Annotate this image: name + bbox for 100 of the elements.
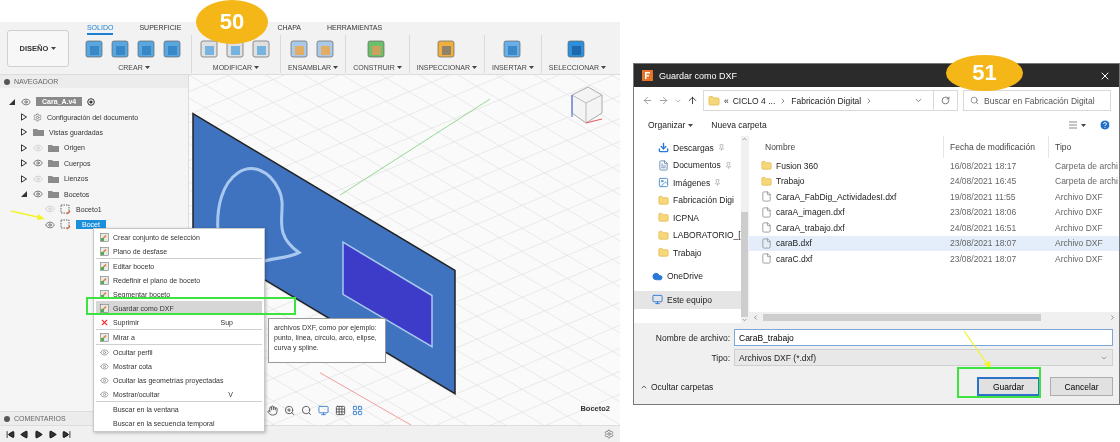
- eye-icon[interactable]: [33, 158, 43, 169]
- eye-icon[interactable]: [33, 189, 43, 200]
- organize-menu[interactable]: Organizar: [648, 120, 694, 130]
- column-header[interactable]: Tipo: [1049, 136, 1119, 158]
- annotation-arrow: [10, 209, 46, 221]
- expand-icon[interactable]: [20, 113, 28, 122]
- tool-icon[interactable]: [83, 38, 106, 60]
- file-row[interactable]: caraC.dxf 23/08/2021 18:07 Archivo DXF: [749, 251, 1119, 267]
- pan-icon[interactable]: [267, 405, 278, 416]
- help-icon[interactable]: [1099, 119, 1111, 131]
- settings-icon[interactable]: [604, 429, 614, 439]
- scroll-thumb[interactable]: [763, 314, 1041, 321]
- scroll-up-icon[interactable]: [741, 136, 749, 143]
- nav-item[interactable]: Fabricación Digi: [634, 191, 741, 209]
- file-row[interactable]: caraA_imagen.dxf 23/08/2021 18:06 Archivo DXF: [749, 204, 1119, 220]
- step-forward-icon[interactable]: [48, 429, 57, 439]
- zoom-icon[interactable]: [284, 405, 295, 416]
- breadcrumb[interactable]: Fabricación Digital: [791, 95, 862, 106]
- address-bar[interactable]: « CICLO 4 ... Fabricación Digital: [703, 90, 934, 111]
- collapse-icon[interactable]: [20, 190, 28, 199]
- dropdown-icon[interactable]: [914, 96, 923, 105]
- nav-item[interactable]: ICPNA: [634, 209, 741, 227]
- folder-icon: [658, 212, 669, 224]
- nav-item[interactable]: Documentos: [634, 156, 741, 174]
- breadcrumb[interactable]: CICLO 4 ...: [732, 95, 776, 106]
- collapse-dot-icon[interactable]: [4, 415, 10, 422]
- play-icon[interactable]: [34, 429, 43, 439]
- refresh-icon: [941, 96, 950, 105]
- file-date: 23/08/2021 18:07: [950, 238, 1017, 249]
- file-date: 16/08/2021 18:17: [950, 160, 1017, 171]
- skip-forward-icon[interactable]: [62, 429, 71, 439]
- file-date: 24/08/2021 16:45: [950, 176, 1017, 187]
- hide-folders-button[interactable]: Ocultar carpetas: [640, 381, 714, 392]
- expand-icon[interactable]: [20, 159, 28, 168]
- file-name: Trabajo: [776, 176, 805, 187]
- tool-icon[interactable]: [435, 38, 458, 60]
- expand-icon[interactable]: [20, 143, 28, 152]
- search-field[interactable]: Buscar en Fabricación Digital: [963, 90, 1111, 111]
- tool-icon[interactable]: [501, 38, 524, 60]
- expand-icon[interactable]: [20, 174, 28, 183]
- file-type-dropdown[interactable]: Archivos DXF (*.dxf): [734, 349, 1113, 366]
- file-row[interactable]: CaraA_FabDig_ActividadesI.dxf 19/08/2021 11:55 Archivo DXF: [749, 189, 1119, 205]
- step-back-icon[interactable]: [20, 429, 29, 439]
- up-icon[interactable]: [687, 95, 698, 106]
- scroll-left-icon[interactable]: [752, 314, 759, 321]
- grid-icon[interactable]: [335, 405, 346, 416]
- caret-icon: [144, 66, 150, 69]
- nav-item[interactable]: Este equipo: [634, 291, 741, 309]
- expand-icon[interactable]: [20, 128, 28, 137]
- eye-icon[interactable]: [21, 96, 31, 107]
- column-header[interactable]: Fecha de modificación: [944, 136, 1049, 158]
- file-row[interactable]: CaraA_trabajo.dxf 24/08/2021 16:51 Archivo DXF: [749, 220, 1119, 236]
- file-icon: [761, 191, 772, 203]
- step-badge: 51: [946, 55, 1023, 91]
- eye-icon[interactable]: [45, 219, 55, 230]
- file-name: CaraA_FabDig_ActividadesI.dxf: [776, 191, 897, 202]
- computer-icon: [652, 294, 663, 306]
- new-folder-button[interactable]: Nueva carpeta: [711, 120, 767, 130]
- filename-field[interactable]: CaraB_trabajo: [734, 329, 1113, 346]
- collapse-icon[interactable]: [8, 97, 16, 106]
- nav-item[interactable]: OneDrive: [634, 267, 741, 285]
- nav-item[interactable]: LABORATORIO_[: [634, 226, 741, 244]
- nav-item[interactable]: Imágenes: [634, 174, 741, 192]
- folder-icon: [658, 229, 669, 241]
- file-type: Archivo DXF: [1055, 191, 1103, 202]
- tool-icon: [100, 332, 109, 342]
- back-icon[interactable]: [642, 95, 653, 106]
- scroll-thumb[interactable]: [741, 212, 749, 317]
- tool-icon[interactable]: [250, 38, 273, 60]
- annotation-arrow: [962, 329, 994, 371]
- display-icon[interactable]: [318, 405, 329, 416]
- cancel-button[interactable]: Cancelar: [1050, 377, 1113, 396]
- caret-icon: [333, 66, 339, 69]
- refresh-button[interactable]: [934, 90, 958, 111]
- file-name: caraA_imagen.dxf: [776, 207, 845, 218]
- scroll-right-icon[interactable]: [1109, 314, 1116, 321]
- tool-icon[interactable]: [109, 38, 132, 60]
- nav-item[interactable]: Trabajo: [634, 244, 741, 262]
- skip-back-icon[interactable]: [6, 429, 15, 439]
- file-name: caraC.dxf: [776, 253, 813, 264]
- view-options-icon[interactable]: [1069, 121, 1087, 129]
- file-row[interactable]: Fusion 360 16/08/2021 18:17 Carpeta de archi: [749, 158, 1119, 174]
- column-header[interactable]: Nombre: [749, 136, 944, 158]
- tool-icon[interactable]: [135, 38, 158, 60]
- tool-icon[interactable]: [161, 38, 184, 60]
- caret-icon: [528, 66, 534, 69]
- viewports-icon[interactable]: [352, 405, 363, 416]
- zoom-window-icon[interactable]: [301, 405, 312, 416]
- file-row[interactable]: Trabajo 24/08/2021 16:45 Carpeta de archi: [749, 173, 1119, 189]
- file-type: Archivo DXF: [1055, 207, 1103, 218]
- nav-item[interactable]: Descargas: [634, 139, 741, 157]
- document-icon: [658, 159, 669, 171]
- field-label: Tipo:: [710, 352, 730, 363]
- field-label: Nombre de archivo:: [654, 332, 730, 343]
- save-button[interactable]: Guardar: [977, 377, 1040, 396]
- file-icon: [761, 206, 772, 218]
- collapse-dot-icon[interactable]: [4, 78, 10, 85]
- folder-icon: [48, 190, 59, 199]
- forward-icon[interactable]: [658, 95, 669, 106]
- file-row[interactable]: caraB.dxf 23/08/2021 18:07 Archivo DXF: [749, 235, 1119, 251]
